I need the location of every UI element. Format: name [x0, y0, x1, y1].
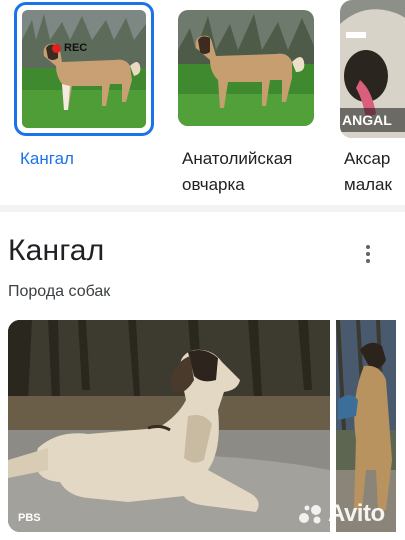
carousel-item-label-line2: малак: [344, 175, 392, 194]
photo-credit: PBS: [18, 512, 41, 524]
main-dog-photo[interactable]: PBS: [8, 320, 330, 532]
page-title: Кангал: [8, 234, 105, 267]
panel-subtitle: Порода собак: [8, 283, 111, 300]
avito-watermark: Avito: [298, 500, 385, 528]
carousel-item-label-line2: овчарка: [182, 175, 245, 194]
carousel-item-aksaray-malakli[interactable]: ANGAL Аксар малак: [336, 0, 405, 200]
image-carousel[interactable]: REC Кангал Анатолийская овчарка ANGAL Ак…: [0, 0, 405, 205]
carousel-item-label: Аксар малак: [344, 146, 392, 198]
carousel-item-label: Кангал: [20, 149, 74, 168]
carousel-thumb-selected[interactable]: REC: [14, 2, 154, 136]
anatolian-shepherd-thumb-image: [178, 10, 314, 126]
carousel-item-label-line1: Анатолийская: [182, 149, 293, 168]
photo-caption-text: ANGAL: [342, 112, 392, 128]
page: REC Кангал Анатолийская овчарка ANGAL Ак…: [0, 0, 405, 540]
kangal-thumb-image: REC: [22, 10, 146, 128]
aksaray-malakli-thumb-image: ANGAL: [340, 0, 405, 138]
carousel-item-label-line1: Аксар: [344, 149, 391, 168]
avito-logo-icon: [299, 505, 321, 524]
more-vert-icon[interactable]: [356, 242, 380, 266]
carousel-item-anatolian-shepherd[interactable]: Анатолийская овчарка: [176, 0, 326, 200]
rec-indicator: REC: [52, 42, 87, 54]
avito-watermark-text: Avito: [328, 500, 385, 527]
record-dot-icon: [52, 43, 61, 53]
rec-label: REC: [64, 42, 88, 54]
carousel-item-label: Анатолийская овчарка: [182, 146, 292, 198]
carousel-item-kangal[interactable]: REC Кангал: [8, 0, 158, 200]
knowledge-panel: Кангал Порода собак PBS: [0, 212, 405, 540]
